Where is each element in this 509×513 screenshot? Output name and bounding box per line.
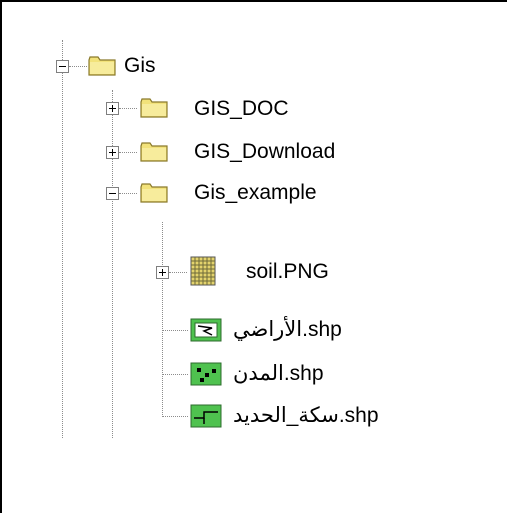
tree-hguide — [119, 152, 137, 153]
tree-node-label: GIS_DOC — [194, 97, 289, 120]
tree-node-label: Gis — [124, 54, 156, 77]
expand-toggle[interactable] — [106, 102, 119, 115]
tree-view-panel — [0, 0, 507, 513]
tree-node-label: GIS_Download — [194, 140, 336, 163]
tree-hguide — [169, 272, 187, 273]
tree-node-label: سكة_الحديد.shp — [233, 404, 379, 427]
expand-toggle[interactable] — [156, 266, 169, 279]
expand-toggle[interactable] — [106, 146, 119, 159]
tree-hguide — [69, 66, 87, 67]
tree-node-label: المدن.shp — [233, 362, 324, 385]
tree-hguide — [163, 416, 188, 417]
folder-icon — [140, 183, 168, 203]
tree-guide-level1 — [112, 90, 113, 438]
line-shapefile-icon — [190, 404, 222, 428]
folder-icon — [140, 142, 168, 162]
tree-node-label: Gis_example — [194, 181, 317, 204]
folder-open-icon — [88, 56, 116, 76]
tree-hguide — [163, 374, 188, 375]
tree-node-label: الأراضي.shp — [233, 318, 342, 341]
point-shapefile-icon — [190, 362, 222, 386]
tree-node-label: soil.PNG — [246, 260, 329, 283]
tree-guide-root — [62, 40, 63, 438]
tree-hguide — [119, 108, 137, 109]
raster-grid-icon — [190, 256, 216, 286]
collapse-toggle[interactable] — [106, 187, 119, 200]
collapse-toggle[interactable] — [56, 60, 69, 73]
folder-icon — [140, 98, 168, 118]
polygon-shapefile-icon — [190, 318, 222, 342]
tree-guide-level2 — [162, 222, 163, 417]
tree-hguide — [163, 330, 188, 331]
tree-hguide — [119, 193, 137, 194]
